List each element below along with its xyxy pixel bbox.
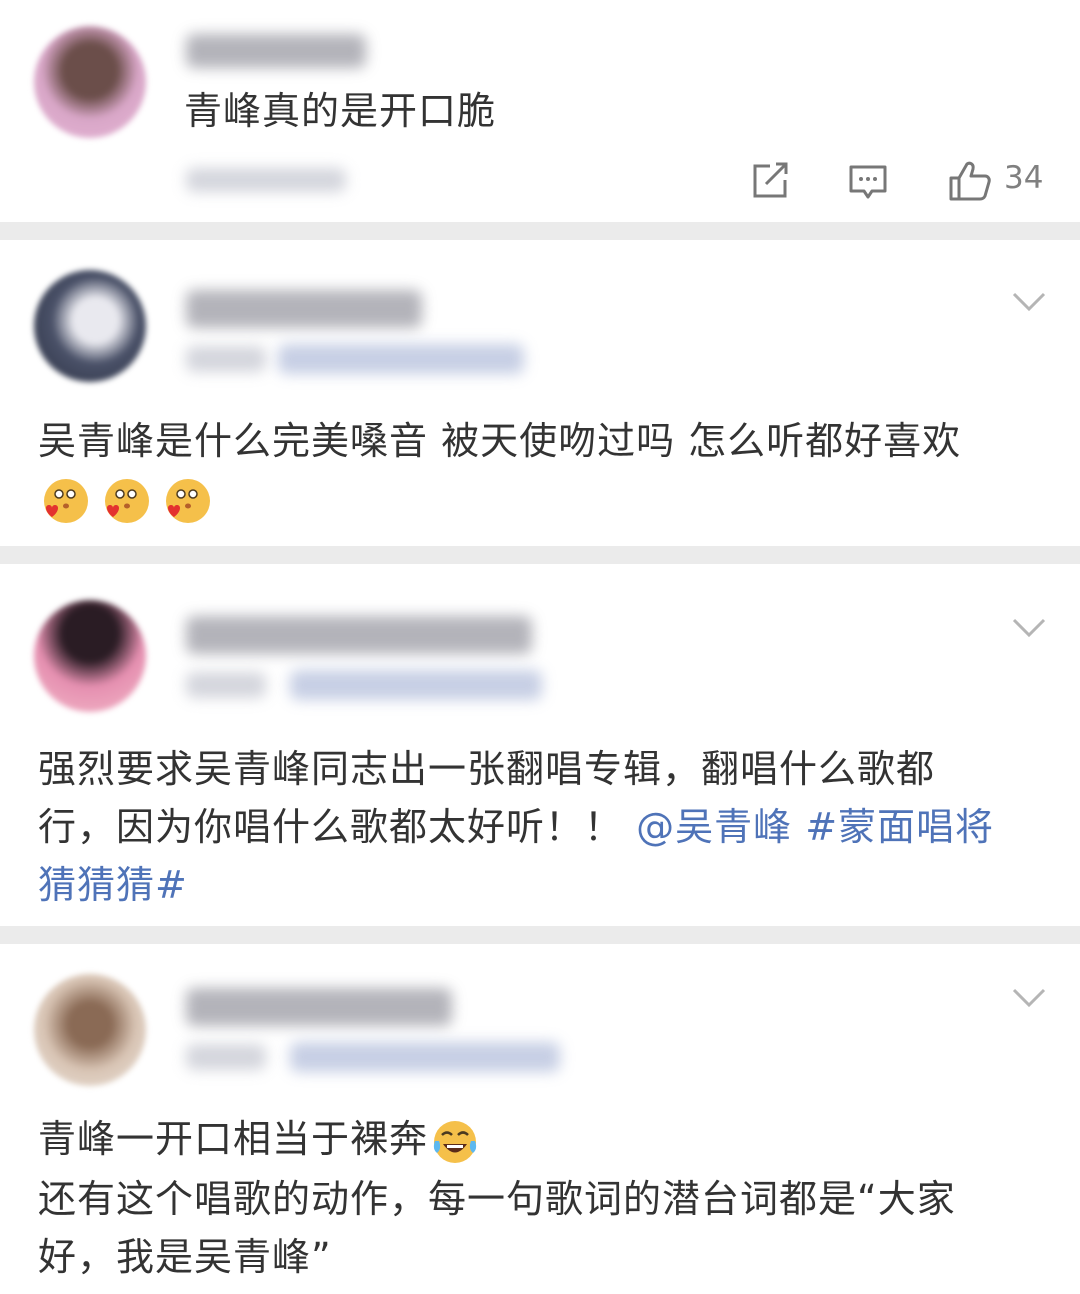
kiss-heart-emoji	[105, 479, 150, 523]
comment-text-plain: 行，因为你唱什么歌都太好听！！	[38, 805, 624, 849]
timestamp-blurred	[186, 1044, 266, 1070]
comment-text-line2: 还有这个唱歌的动作，每一句歌词的潜台词都是“大家	[38, 1177, 956, 1221]
timestamp-blurred	[186, 168, 346, 192]
avatar[interactable]	[34, 270, 146, 382]
comment-text-line2: 行，因为你唱什么歌都太好听！！ @吴青峰 #蒙面唱将	[38, 798, 994, 856]
avatar[interactable]	[34, 26, 146, 138]
username-blurred[interactable]	[186, 988, 452, 1026]
comment-text: 吴青峰是什么完美嗓音 被天使吻过吗 怎么听都好喜欢	[38, 419, 962, 463]
divider	[0, 222, 1080, 240]
kiss-heart-emoji	[44, 479, 88, 523]
comment-card-3: 强烈要求吴青峰同志出一张翻唱专辑，翻唱什么歌都 行，因为你唱什么歌都太好听！！ …	[0, 564, 1080, 926]
topic-link[interactable]: #蒙面唱将	[805, 805, 994, 849]
topic-link-continued[interactable]: 猜猜猜#	[38, 856, 188, 914]
like-icon[interactable]	[948, 160, 992, 202]
comment-icon[interactable]	[848, 164, 888, 200]
mention-link[interactable]: @吴青峰	[636, 805, 792, 849]
emoji-row	[40, 476, 212, 530]
timestamp-blurred	[186, 672, 266, 698]
comment-card-1: 青峰真的是开口脆 34	[0, 0, 1080, 222]
comment-text-line1: 青峰一开口相当于裸奔	[38, 1110, 480, 1168]
divider	[0, 546, 1080, 564]
tears-of-joy-emoji	[433, 1120, 477, 1163]
comment-text-plain: 青峰一开口相当于裸奔	[38, 1117, 429, 1161]
username-blurred[interactable]	[186, 616, 532, 654]
kiss-heart-emoji	[166, 479, 211, 523]
share-icon[interactable]	[750, 162, 790, 200]
comment-text-line1: 强烈要求吴青峰同志出一张翻唱专辑，翻唱什么歌都	[38, 747, 936, 791]
avatar[interactable]	[34, 600, 146, 712]
source-blurred	[290, 670, 542, 700]
username-blurred[interactable]	[186, 34, 366, 68]
username-blurred[interactable]	[186, 290, 422, 328]
comment-text: 青峰真的是开口脆	[184, 89, 497, 133]
chevron-down-icon[interactable]	[1012, 618, 1046, 638]
divider	[0, 926, 1080, 944]
avatar[interactable]	[34, 974, 146, 1086]
chevron-down-icon[interactable]	[1012, 292, 1046, 312]
comment-card-4: 青峰一开口相当于裸奔 还有这个唱歌的动作，每一句歌词的潜台词都是“大家 好，我是…	[0, 944, 1080, 1294]
comment-text-line3: 好，我是吴青峰”	[38, 1235, 332, 1279]
source-blurred	[290, 1042, 560, 1072]
comment-card-2: 吴青峰是什么完美嗓音 被天使吻过吗 怎么听都好喜欢	[0, 240, 1080, 546]
timestamp-blurred	[186, 346, 266, 372]
like-count: 34	[1004, 160, 1044, 196]
chevron-down-icon[interactable]	[1012, 988, 1046, 1008]
source-blurred	[278, 344, 524, 374]
